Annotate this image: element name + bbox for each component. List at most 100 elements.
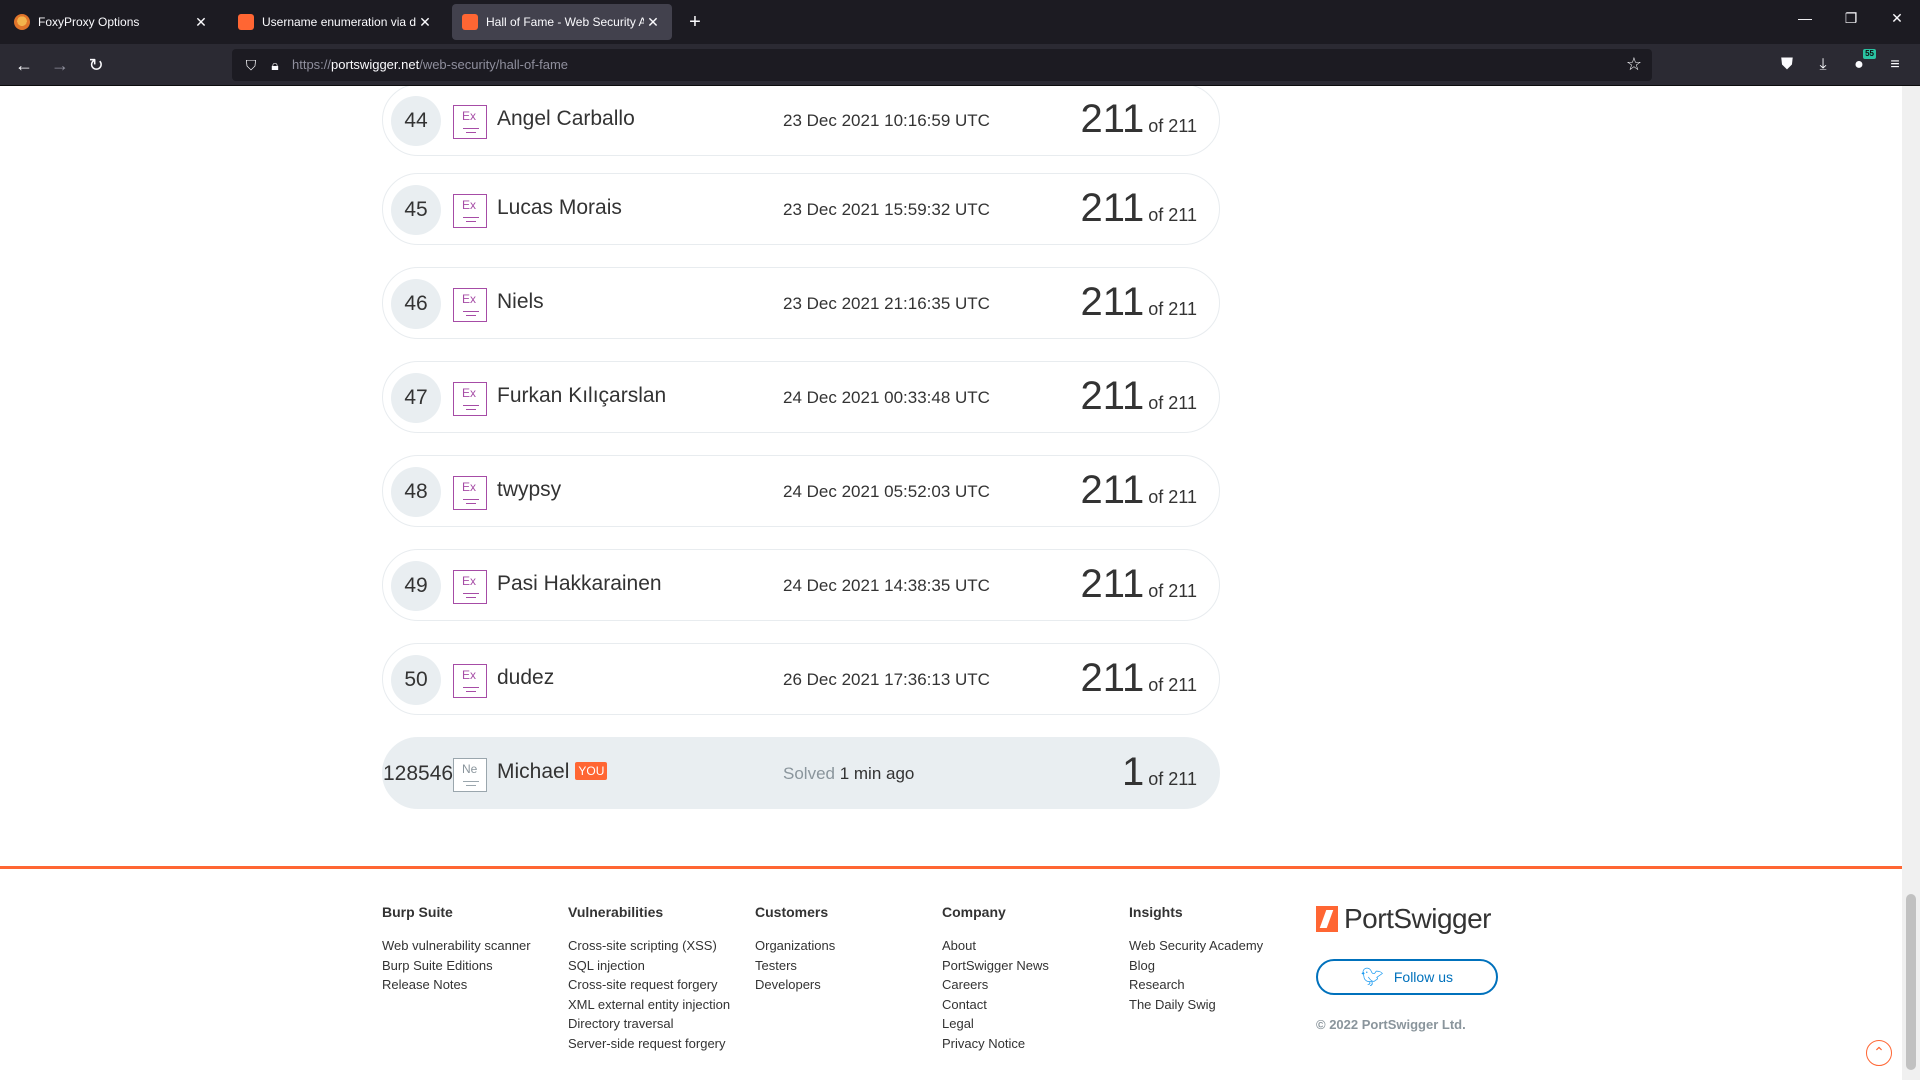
expert-badge-icon: Ex (453, 570, 487, 604)
url-text[interactable]: https://portswigger.net/web-security/hal… (292, 57, 568, 72)
close-tab-icon[interactable]: ✕ (644, 14, 662, 31)
leaderboard-row: 45 Ex Lucas Morais 23 Dec 2021 15:59:32 … (382, 173, 1220, 245)
rank-number: 44 (391, 96, 441, 146)
current-user-row: 128546 Ne Michael YOU Solved 1 min ago 1o… (382, 737, 1220, 809)
footer-link[interactable]: Release Notes (382, 975, 531, 995)
leaderboard-row: 50 Ex dudez 26 Dec 2021 17:36:13 UTC 211… (382, 643, 1220, 715)
user-name: Furkan Kılıçarslan (497, 384, 667, 407)
expert-badge-icon: Ex (453, 194, 487, 228)
footer-link[interactable]: The Daily Swig (1129, 995, 1263, 1015)
footer-link[interactable]: Web vulnerability scanner (382, 936, 531, 956)
navigation-toolbar: ← → ↻ ⛉ 🔒︎ https://portswigger.net/web-s… (0, 44, 1920, 86)
reload-icon[interactable]: ↻ (84, 53, 108, 77)
page-content: 44 Ex Angel Carballo 23 Dec 2021 10:16:5… (0, 86, 1902, 1080)
solved-count: 211 of 211 (1080, 562, 1198, 606)
footer-link[interactable]: Server-side request forgery (568, 1034, 730, 1054)
footer-link[interactable]: SQL injection (568, 956, 730, 976)
user-name: Lucas Morais (497, 196, 622, 219)
rank-number: 128546 (383, 762, 454, 785)
footer-link[interactable]: Developers (755, 975, 835, 995)
footer-link[interactable]: Privacy Notice (942, 1034, 1049, 1054)
back-icon[interactable]: ← (12, 53, 36, 77)
user-name: Pasi Hakkarainen (497, 572, 662, 595)
portswigger-icon (462, 14, 478, 30)
tab-username-enumeration[interactable]: Username enumeration via diffe ✕ (228, 4, 444, 40)
leaderboard-row: 46 Ex Niels 23 Dec 2021 21:16:35 UTC 211… (382, 267, 1220, 339)
tab-title: Username enumeration via diffe (262, 15, 416, 29)
footer-column-vulnerabilities: Vulnerabilities Cross-site scripting (XS… (568, 904, 730, 1053)
forward-icon[interactable]: → (48, 53, 72, 77)
downloads-icon[interactable]: ⤓ (1812, 54, 1834, 76)
footer-column-customers: Customers Organizations Testers Develope… (755, 904, 835, 995)
footer-link[interactable]: Research (1129, 975, 1263, 995)
follow-label: Follow us (1393, 969, 1453, 985)
tab-foxyproxy[interactable]: FoxyProxy Options ✕ (4, 4, 220, 40)
footer-link[interactable]: Burp Suite Editions (382, 956, 531, 976)
lock-icon[interactable]: 🔒︎ (266, 56, 284, 74)
expert-badge-icon: Ex (453, 476, 487, 510)
scrollbar-thumb[interactable] (1906, 894, 1916, 1070)
footer-link[interactable]: Contact (942, 995, 1049, 1015)
close-tab-icon[interactable]: ✕ (192, 14, 210, 31)
minimize-icon[interactable]: — (1790, 10, 1820, 26)
footer-heading: Vulnerabilities (568, 904, 664, 920)
menu-icon[interactable]: ≡ (1884, 54, 1906, 76)
footer-link[interactable]: Cross-site request forgery (568, 975, 730, 995)
footer-column-insights: Insights Web Security Academy Blog Resea… (1129, 904, 1263, 1014)
footer-link[interactable]: Careers (942, 975, 1049, 995)
expert-badge-icon: Ex (453, 382, 487, 416)
rank-number: 46 (391, 279, 441, 329)
pocket-icon[interactable]: ⛊ (1776, 54, 1798, 76)
portswigger-logo[interactable]: PortSwigger (1316, 903, 1492, 935)
solved-count: 211 of 211 (1080, 186, 1198, 230)
user-name: dudez (497, 666, 555, 689)
twitter-follow-button[interactable]: 🐦︎ Follow us (1316, 959, 1498, 995)
footer-divider (0, 866, 1902, 869)
footer-link[interactable]: Blog (1129, 956, 1263, 976)
rank-number: 49 (391, 561, 441, 611)
restore-icon[interactable]: ❐ (1836, 10, 1866, 27)
solved-count: 1 of 211 (1122, 750, 1197, 794)
new-tab-button[interactable]: + (684, 11, 706, 34)
close-window-icon[interactable]: ✕ (1882, 10, 1912, 27)
tracking-shield-icon[interactable]: ⛉ (242, 56, 260, 74)
footer-column-burp-suite: Burp Suite Web vulnerability scanner Bur… (382, 904, 531, 995)
leaderboard-row: 44 Ex Angel Carballo 23 Dec 2021 10:16:5… (382, 86, 1220, 156)
close-tab-icon[interactable]: ✕ (416, 14, 434, 31)
footer-link[interactable]: Legal (942, 1014, 1049, 1034)
footer-link[interactable]: Testers (755, 956, 835, 976)
footer-link[interactable]: Organizations (755, 936, 835, 956)
logo-text: PortSwigger (1344, 903, 1492, 934)
solved-count: 211 of 211 (1080, 468, 1198, 512)
completion-date: 24 Dec 2021 05:52:03 UTC (783, 482, 990, 501)
copyright-text: © 2022 PortSwigger Ltd. (1316, 1017, 1466, 1032)
solved-count: 211 of 211 (1080, 97, 1198, 141)
rank-number: 45 (391, 185, 441, 235)
leaderboard-row: 49 Ex Pasi Hakkarainen 24 Dec 2021 14:38… (382, 549, 1220, 621)
back-to-top-icon[interactable]: ⌃ (1866, 1040, 1892, 1066)
user-name: Michael YOU (497, 760, 608, 784)
footer-link[interactable]: Directory traversal (568, 1014, 730, 1034)
expert-badge-icon: Ex (453, 664, 487, 698)
footer-heading: Insights (1129, 904, 1183, 920)
portswigger-mark-icon (1316, 906, 1338, 932)
footer-link[interactable]: About (942, 936, 1049, 956)
footer-link[interactable]: XML external entity injection (568, 995, 730, 1015)
extension-icon[interactable]: ● 55 (1848, 49, 1876, 76)
user-name: twypsy (497, 478, 562, 501)
completion-date: 24 Dec 2021 14:38:35 UTC (783, 576, 990, 595)
you-badge: YOU (575, 762, 608, 780)
tab-strip: FoxyProxy Options ✕ Username enumeration… (0, 0, 1920, 44)
address-bar[interactable]: ⛉ 🔒︎ https://portswigger.net/web-securit… (232, 49, 1652, 81)
bookmark-star-icon[interactable]: ☆ (1626, 54, 1642, 75)
footer-link[interactable]: PortSwigger News (942, 956, 1049, 976)
completion-date: 24 Dec 2021 00:33:48 UTC (783, 388, 990, 407)
footer-heading: Burp Suite (382, 904, 453, 920)
tab-hall-of-fame[interactable]: Hall of Fame - Web Security Ac ✕ (452, 4, 672, 40)
footer-link[interactable]: Web Security Academy (1129, 936, 1263, 956)
twitter-bird-icon: 🐦︎ (1361, 966, 1384, 987)
solved-time: Solved 1 min ago (783, 764, 915, 783)
tab-title: FoxyProxy Options (38, 15, 140, 29)
footer-heading: Customers (755, 904, 829, 920)
footer-link[interactable]: Cross-site scripting (XSS) (568, 936, 730, 956)
